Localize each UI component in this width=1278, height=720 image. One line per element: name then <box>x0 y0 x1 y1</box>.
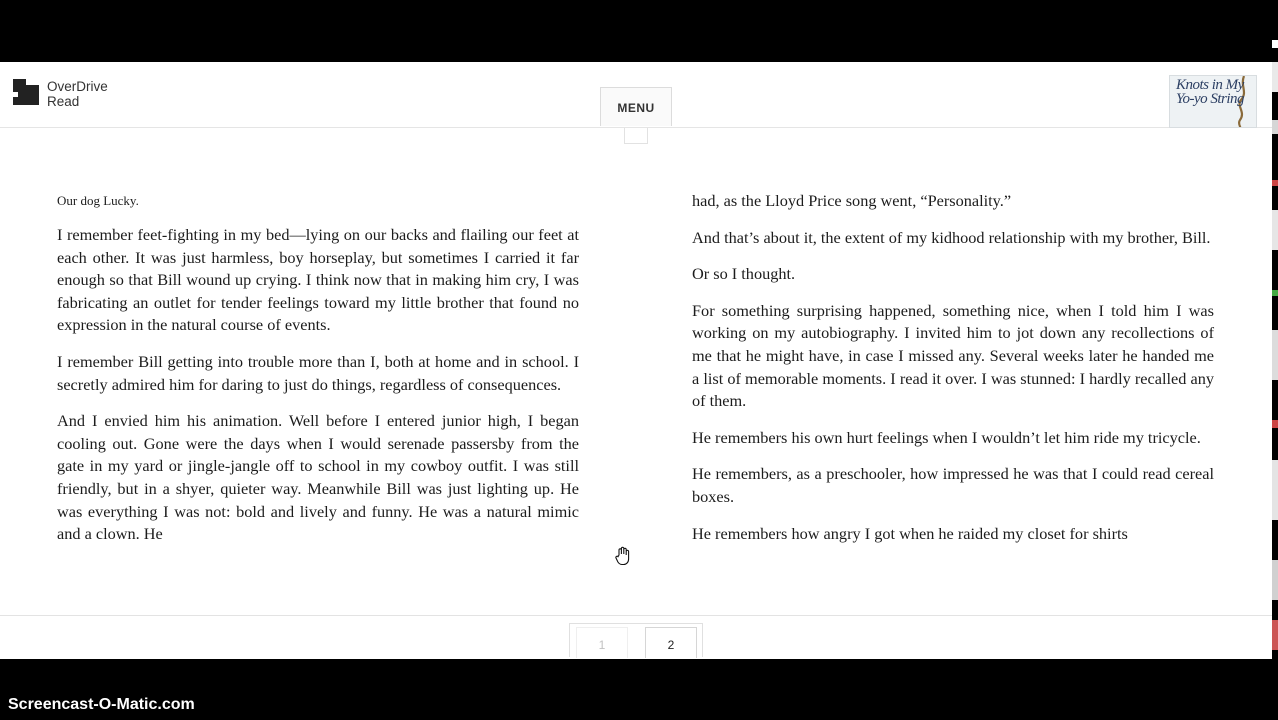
logo-line-2: Read <box>47 94 80 109</box>
left-page: Our dog Lucky. I remember feet-fighting … <box>57 190 579 560</box>
paragraph: He remembers his own hurt feelings when … <box>692 427 1201 447</box>
reader-window: OverDrive Read MENU Knots in My Yo-yo St… <box>0 62 1272 659</box>
background-window-edge <box>1272 0 1278 720</box>
menu-tab-notch <box>624 128 648 144</box>
overdrive-logo-icon <box>13 79 39 105</box>
paragraph: He remembers, as a preschooler, how impr… <box>692 464 1214 506</box>
paragraph: And I envied him his animation. Well bef… <box>57 411 579 544</box>
right-page: had, as the Lloyd Price song went, “Pers… <box>692 190 1214 559</box>
paragraph: had, as the Lloyd Price song went, “Pers… <box>692 191 1012 210</box>
paragraph: He remembers how angry I got when he rai… <box>692 523 1128 543</box>
page-bottom-divider <box>0 615 1272 616</box>
hand-cursor-icon <box>614 546 632 566</box>
screencast-watermark: Screencast-O-Matic.com <box>8 696 195 713</box>
paragraph: I remember feet-fighting in my bed—lying… <box>57 225 579 335</box>
paragraph: And that’s about it, the extent of my ki… <box>692 227 1211 247</box>
paragraph: For something surprising happened, somet… <box>692 300 1214 411</box>
cover-title: Knots in My Yo-yo String <box>1176 77 1245 107</box>
overdrive-logo[interactable]: OverDrive Read <box>13 79 108 109</box>
paragraph: Or so I thought. <box>692 264 796 284</box>
page-2-button[interactable]: 2 <box>645 627 697 658</box>
page-navigator: 1 2 <box>569 623 703 658</box>
book-cover-thumbnail[interactable]: Knots in My Yo-yo String <box>1169 75 1257 128</box>
logo-line-1: OverDrive <box>47 79 108 94</box>
paragraph: I remember Bill getting into trouble mor… <box>57 351 579 394</box>
top-bar: OverDrive Read MENU Knots in My Yo-yo St… <box>0 62 1272 128</box>
menu-button[interactable]: MENU <box>600 87 672 126</box>
page-1-button[interactable]: 1 <box>576 627 628 658</box>
photo-caption: Our dog Lucky. <box>57 193 139 208</box>
